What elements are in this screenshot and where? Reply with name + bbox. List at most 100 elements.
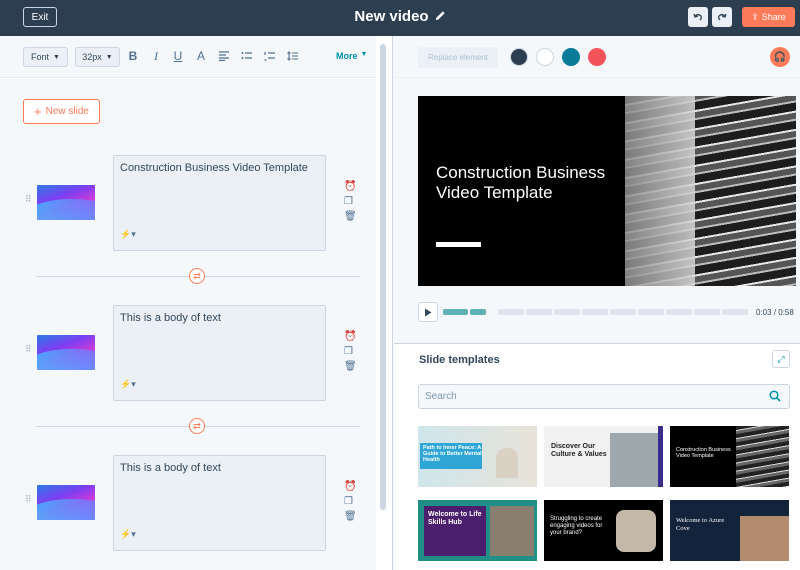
slide-text: Construction Business Video Template [120, 162, 308, 174]
video-title[interactable]: New video [354, 8, 428, 25]
chevron-down-icon: ▼ [105, 53, 113, 61]
color-swatch[interactable] [510, 48, 528, 66]
drag-handle-icon[interactable]: ⠿ [25, 195, 32, 209]
template-card[interactable]: Struggling to create engaging videos for… [544, 500, 663, 561]
search-icon[interactable] [769, 390, 781, 402]
template-title: Welcome to Azure Cove [676, 517, 725, 532]
timeline-segment[interactable] [638, 309, 664, 315]
timeline-segment[interactable] [722, 309, 748, 315]
template-card[interactable]: Discover Our Culture & Values [544, 426, 663, 487]
new-slide-button[interactable]: + New slide [23, 99, 100, 124]
swap-icon[interactable]: ⇄ [189, 268, 205, 284]
timeline-segment[interactable] [498, 309, 524, 315]
align-left-icon[interactable] [217, 49, 231, 63]
slide-thumbnail[interactable] [37, 485, 95, 520]
font-label: Font [31, 52, 50, 62]
template-photo [610, 433, 658, 487]
ai-assist-icon[interactable]: ⚡▾ [120, 379, 136, 390]
underline-icon[interactable]: U [171, 49, 185, 63]
slide-text-field[interactable]: This is a body of text [113, 305, 326, 401]
share-button[interactable]: ⇪ Share [742, 7, 795, 27]
text-toolbar: Font ▼ 32px ▼ B I U A More ▼ [0, 36, 376, 78]
slide-text-field[interactable]: Construction Business Video Template [113, 155, 326, 251]
template-card[interactable]: Construction Business Video Template [670, 426, 789, 487]
trash-icon[interactable]: 🗑 [344, 361, 357, 372]
numbered-list-icon[interactable] [263, 49, 277, 63]
template-search-input[interactable]: Search [418, 384, 790, 409]
pencil-icon[interactable] [435, 8, 446, 25]
font-size-label: 32px [82, 52, 102, 62]
preview-title[interactable]: Construction Business Video Template [436, 163, 616, 203]
duplicate-icon[interactable]: ❐ [344, 496, 356, 507]
template-card[interactable]: Welcome to Azure Cove [670, 500, 789, 561]
slide-actions: ⏰ ❐ 🗑 [344, 181, 357, 222]
timeline-segment[interactable] [582, 309, 608, 315]
redo-button[interactable] [712, 7, 732, 27]
plus-icon: + [34, 104, 42, 119]
slide-thumbnail[interactable] [37, 185, 95, 220]
color-swatch[interactable] [562, 48, 580, 66]
trash-icon[interactable]: 🗑 [344, 511, 357, 522]
element-toolbar: Replace element 🎧 [394, 36, 800, 78]
timeline-segment[interactable] [443, 309, 468, 315]
duplicate-icon[interactable]: ❐ [344, 196, 356, 207]
font-dropdown[interactable]: Font ▼ [23, 47, 68, 67]
line-spacing-icon[interactable] [286, 49, 300, 63]
swap-icon[interactable]: ⇄ [189, 418, 205, 434]
more-dropdown[interactable]: More ▼ [336, 51, 367, 61]
templates-heading: Slide templates [419, 354, 500, 366]
top-bar: Exit New video ⇪ Share [0, 0, 800, 36]
search-placeholder: Search [425, 391, 457, 402]
replace-element-button[interactable]: Replace element [418, 47, 498, 68]
chevron-down-icon: ▼ [53, 53, 60, 61]
bulleted-list-icon[interactable] [240, 49, 254, 63]
slides-panel: Font ▼ 32px ▼ B I U A More ▼ + New slide… [0, 36, 393, 570]
timeline-segment[interactable] [526, 309, 552, 315]
voice-icon[interactable]: ⏰ [344, 331, 356, 342]
slide-text: This is a body of text [120, 312, 221, 324]
font-size-dropdown[interactable]: 32px ▼ [75, 47, 120, 67]
video-preview[interactable]: Construction Business Video Template [418, 96, 796, 286]
slide-row: ⠿ Construction Business Video Template ⚡… [0, 155, 376, 251]
bold-icon[interactable]: B [126, 49, 140, 63]
preview-underline [436, 242, 481, 247]
color-swatch[interactable] [588, 48, 606, 66]
expand-icon[interactable]: ⤢ [772, 350, 790, 368]
slide-row: ⠿ This is a body of text ⚡▾ ⏰ ❐ 🗑 [0, 305, 376, 401]
slide-templates-panel: Slide templates ⤢ Search Path to Inner P… [394, 343, 800, 570]
voice-icon[interactable]: ⏰ [344, 481, 356, 492]
play-button[interactable] [418, 302, 438, 322]
undo-button[interactable] [688, 7, 708, 27]
scrollbar[interactable] [380, 44, 386, 510]
timeline-segment[interactable] [610, 309, 636, 315]
template-card[interactable]: Welcome to Life Skills Hub [418, 500, 537, 561]
slide-thumbnail[interactable] [37, 335, 95, 370]
template-title: Struggling to create engaging videos for… [550, 516, 603, 536]
template-card[interactable]: Path to Inner Peace: A Guide to Better M… [418, 426, 537, 487]
slide-text-field[interactable]: This is a body of text [113, 455, 326, 551]
template-accent [658, 426, 663, 487]
time-readout: 0:03 / 0:58 [756, 308, 794, 317]
redo-icon [718, 13, 727, 21]
color-swatch[interactable] [536, 48, 554, 66]
duplicate-icon[interactable]: ❐ [344, 346, 356, 357]
template-title: Welcome to Life Skills Hub [428, 511, 482, 526]
trash-icon[interactable]: 🗑 [344, 211, 357, 222]
ai-assist-icon[interactable]: ⚡▾ [120, 529, 136, 540]
ai-assist-icon[interactable]: ⚡▾ [120, 229, 136, 240]
play-icon [425, 308, 432, 316]
drag-handle-icon[interactable]: ⠿ [25, 345, 32, 359]
timeline-segment[interactable] [666, 309, 692, 315]
undo-icon [693, 13, 702, 21]
italic-icon[interactable]: I [149, 49, 163, 63]
template-title: Path to Inner Peace: A Guide to Better M… [423, 445, 482, 463]
template-photo [740, 516, 789, 561]
timeline-segment[interactable] [554, 309, 580, 315]
timeline-segment[interactable] [470, 309, 486, 315]
voice-icon[interactable]: ⏰ [344, 181, 356, 192]
share-label: Share [761, 12, 786, 22]
drag-handle-icon[interactable]: ⠿ [25, 495, 32, 509]
text-color-icon[interactable]: A [194, 49, 208, 63]
headset-icon[interactable]: 🎧 [770, 47, 790, 67]
timeline-segment[interactable] [694, 309, 720, 315]
